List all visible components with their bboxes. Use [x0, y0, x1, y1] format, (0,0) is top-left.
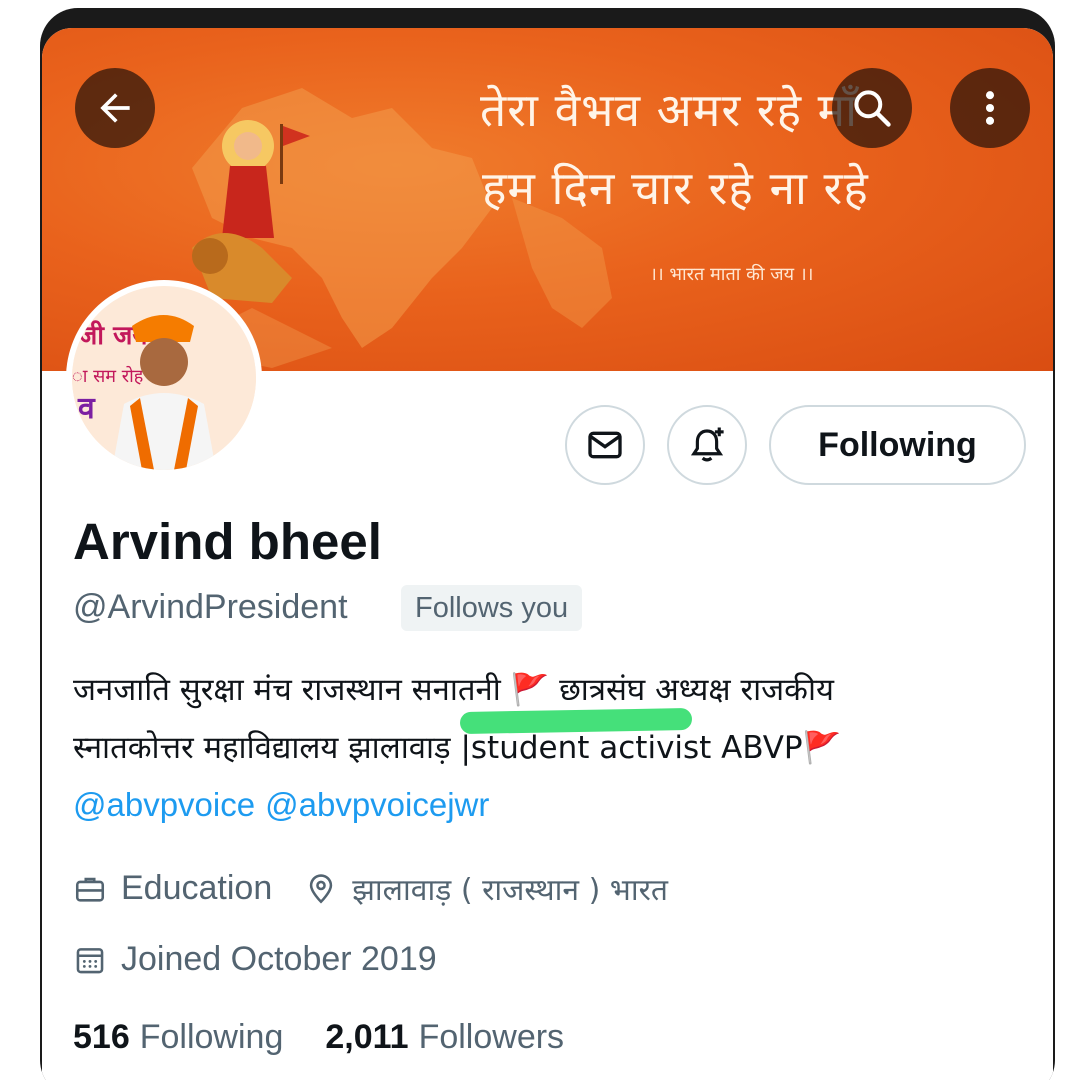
username-handle: @ArvindPresident [73, 588, 348, 626]
bio-text: स्नातकोत्तर महाविद्यालय झालावाड़ |studen… [73, 730, 803, 766]
avatar-text-left: व [77, 391, 96, 426]
profile-joined-row: Joined October 2019 [73, 940, 437, 979]
notifications-button[interactable] [667, 405, 747, 485]
followers-label: Followers [418, 1018, 565, 1056]
search-icon [854, 90, 891, 127]
joined-date: Joined October 2019 [121, 940, 437, 978]
profile-avatar[interactable]: जी जय ा सम रोह व [66, 280, 262, 476]
display-name: Arvind bheel [73, 513, 382, 570]
flag-emoji: 🚩 [802, 730, 842, 766]
followers-count: 2,011 [325, 1018, 409, 1056]
followers-stat[interactable]: 2,011 Followers [325, 1018, 564, 1057]
message-button[interactable] [565, 405, 645, 485]
bell-plus-icon [690, 427, 724, 462]
goddess-figure-illustration [192, 120, 310, 303]
follow-stats: 516 Following 2,011 Followers [73, 1018, 564, 1057]
following-button[interactable]: Following [769, 405, 1026, 485]
following-stat[interactable]: 516 Following [73, 1018, 283, 1057]
banner-headline-2: हम दिन चार रहे ना रहे [482, 161, 869, 215]
back-button[interactable] [75, 68, 155, 148]
briefcase-icon [73, 872, 107, 906]
following-count: 516 [73, 1018, 130, 1056]
bio-line-2: स्नातकोत्तर महाविद्यालय झालावाड़ |studen… [73, 726, 841, 768]
profile-location: झालावाड़ ( राजस्थान ) भारत [352, 873, 669, 908]
avatar-illustration: जी जय ा सम रोह व [72, 286, 256, 470]
bio-text: छात्रसंघ अध्यक्ष राजकीय [549, 672, 835, 708]
follows-you-badge: Follows you [401, 585, 583, 631]
profile-meta-row: Education झालावाड़ ( राजस्थान ) भारत [73, 868, 668, 909]
flag-emoji: 🚩 [510, 672, 550, 708]
back-arrow-icon [100, 93, 130, 123]
bio-text: जनजाति सुरक्षा मंच राजस्थान सनातनी [73, 672, 511, 708]
banner-tagline: ।। भारत माता की जय ।। [650, 264, 814, 285]
banner-headline-1: तेरा वैभव अमर रहे माँ [480, 83, 859, 137]
avatar-text-mid: ा सम रोह [72, 365, 144, 387]
profile-screen: तेरा वैभव अमर रहे माँ हम दिन चार रहे ना … [42, 28, 1053, 1080]
profile-category: Education [121, 869, 273, 907]
calendar-icon [73, 943, 107, 977]
mention-link[interactable]: @abvpvoicejwr [265, 786, 489, 823]
avatar-photo: जी जय ा सम रोह व [72, 286, 256, 470]
bio-line-1: जनजाति सुरक्षा मंच राजस्थान सनातनी 🚩 छात… [73, 668, 834, 710]
bio-mentions: @abvpvoice @abvpvoicejwr [73, 786, 499, 824]
more-vertical-icon [985, 91, 995, 125]
more-options-button[interactable] [950, 68, 1030, 148]
mail-icon [588, 431, 622, 459]
following-label: Following [139, 1018, 284, 1056]
phone-frame: तेरा वैभव अमर रहे माँ हम दिन चार रहे ना … [40, 8, 1055, 1080]
location-pin-icon [304, 872, 338, 906]
search-button[interactable] [832, 68, 912, 148]
mention-link[interactable]: @abvpvoice [73, 786, 255, 823]
